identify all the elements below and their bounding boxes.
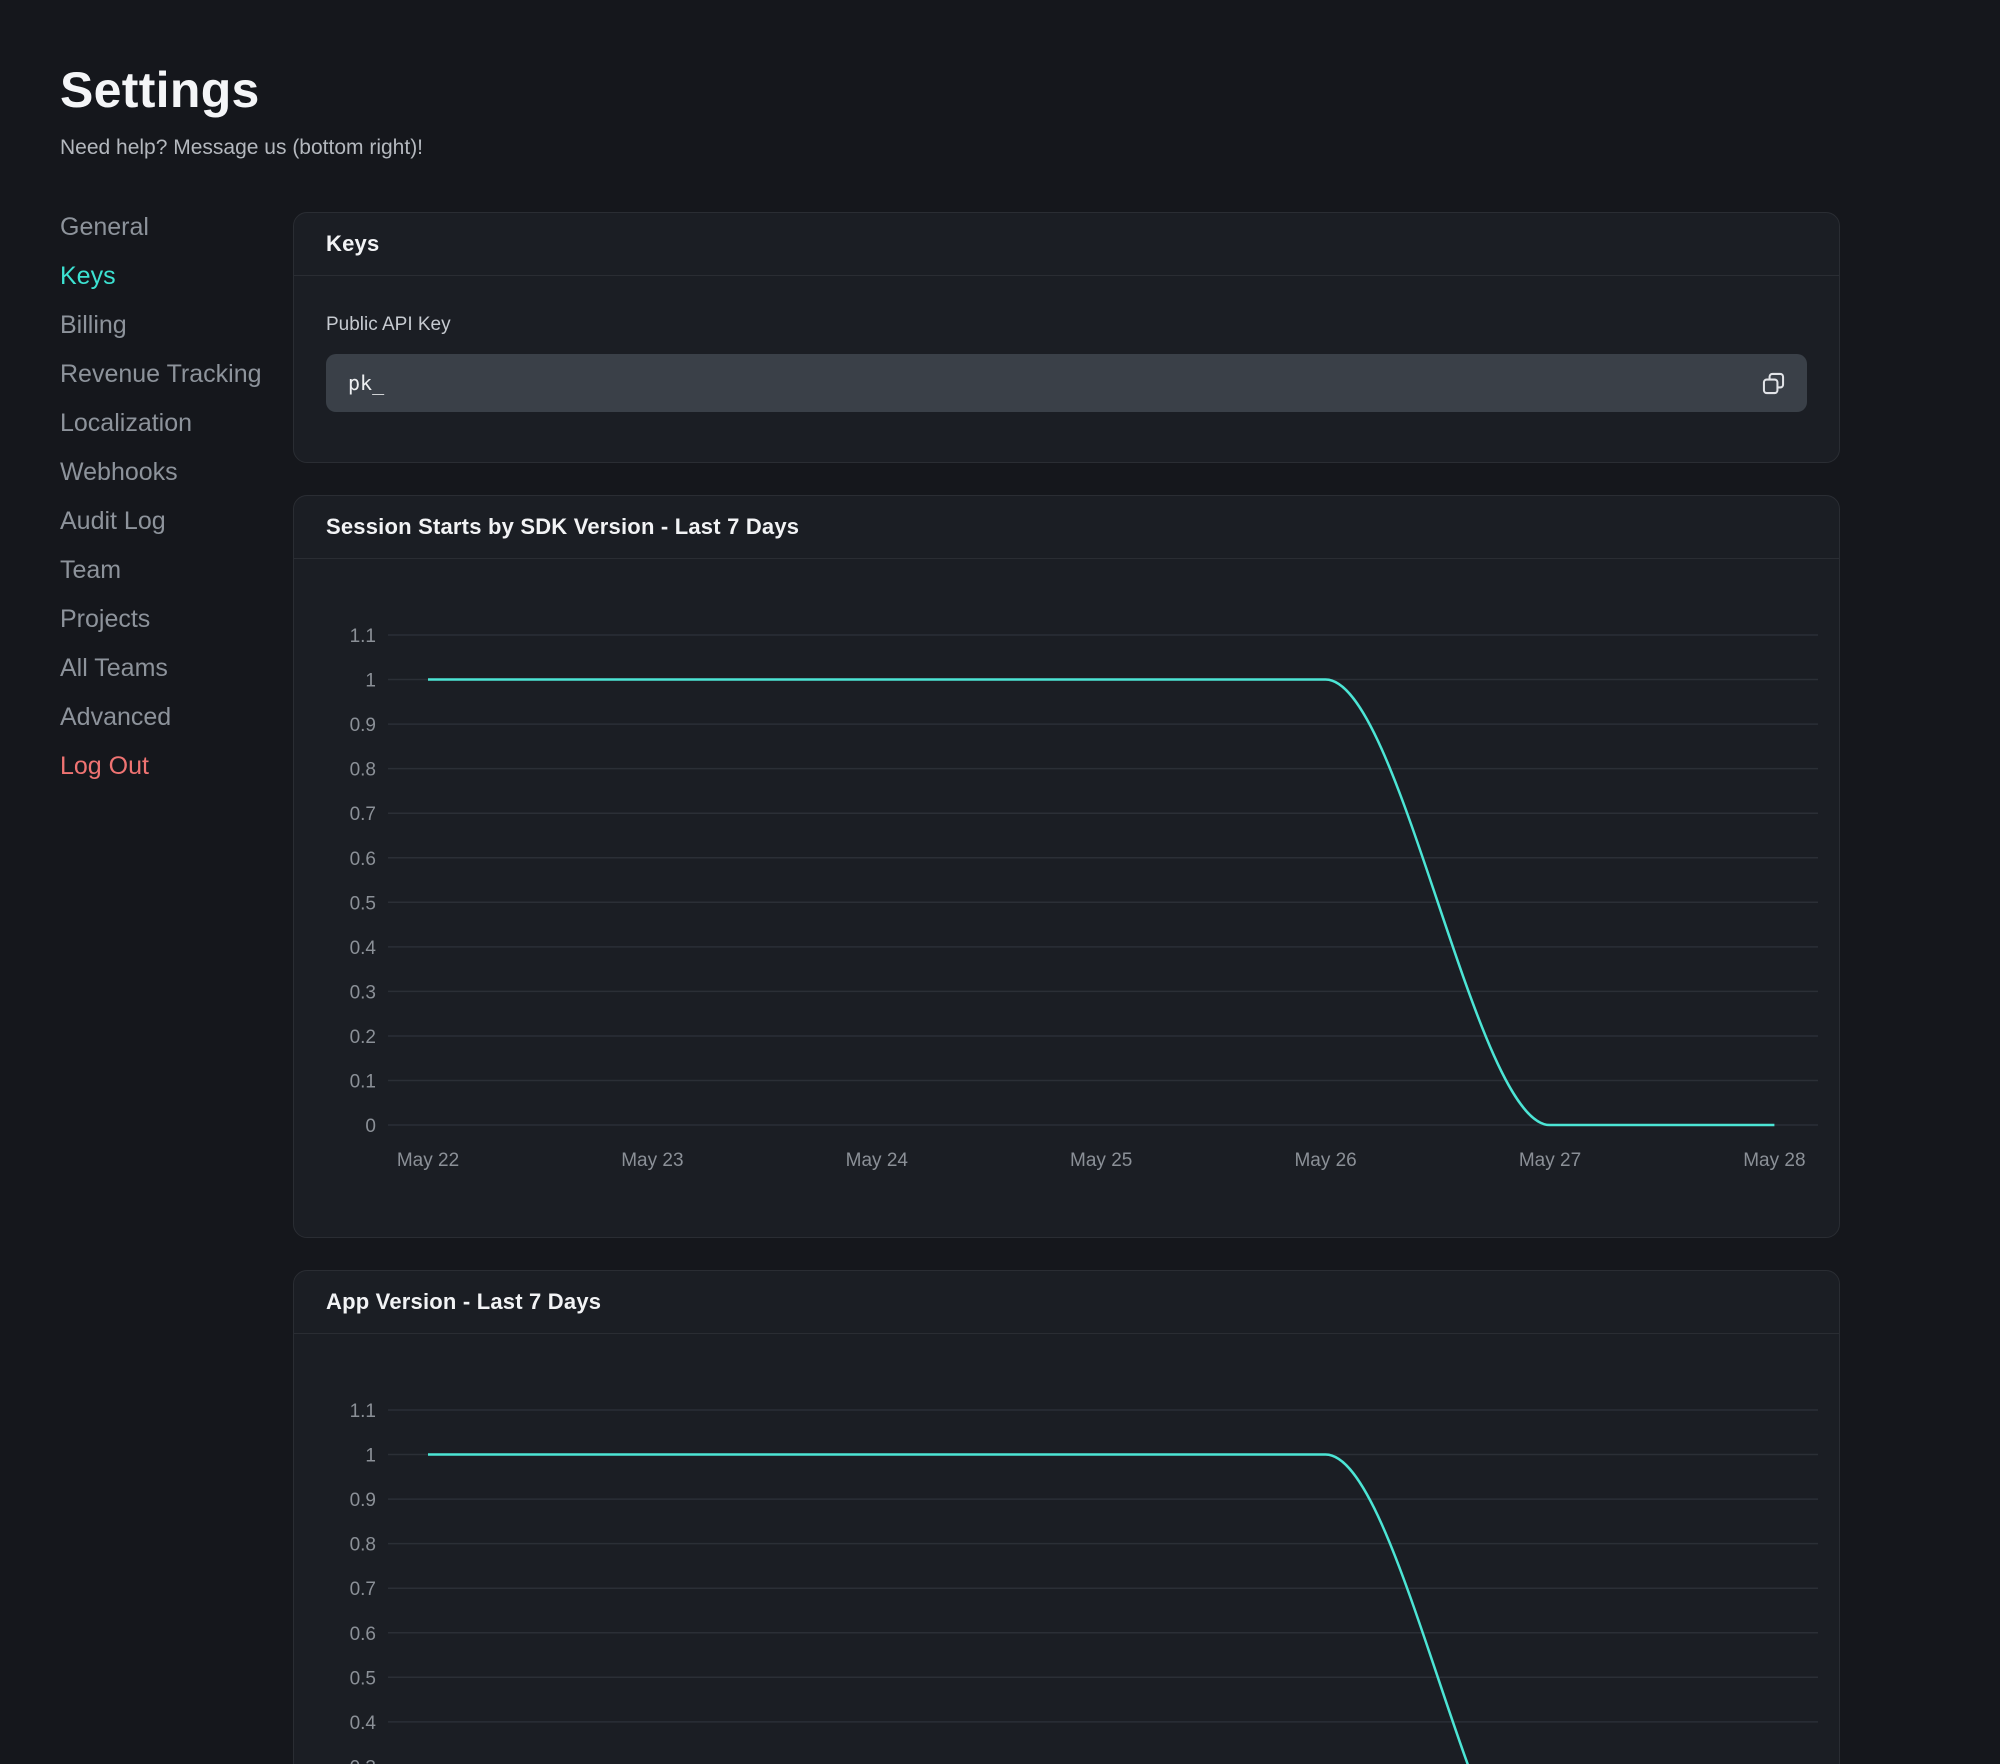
keys-card: Keys Public API Key pk_ — [293, 212, 1840, 463]
settings-page: Settings Need help? Message us (bottom r… — [0, 0, 2000, 1764]
svg-text:1: 1 — [365, 671, 376, 692]
public-api-key-field[interactable]: pk_ — [326, 354, 1807, 412]
svg-text:0.6: 0.6 — [350, 1624, 376, 1645]
sidebar-item-audit-log[interactable]: Audit Log — [60, 506, 293, 536]
page-subtitle: Need help? Message us (bottom right)! — [60, 136, 2000, 160]
main-layout: General Keys Billing Revenue Tracking Locali… — [0, 212, 2000, 1764]
content: Keys Public API Key pk_ — [293, 212, 1840, 1764]
svg-text:1.1: 1.1 — [350, 626, 376, 647]
svg-text:0.5: 0.5 — [350, 1668, 376, 1689]
page-header: Settings Need help? Message us (bottom r… — [0, 0, 2000, 160]
sidebar-item-webhooks[interactable]: Webhooks — [60, 457, 293, 487]
svg-text:0.7: 0.7 — [350, 1579, 376, 1600]
svg-text:1.1: 1.1 — [350, 1401, 376, 1422]
svg-text:1: 1 — [365, 1446, 376, 1467]
svg-text:0.8: 0.8 — [350, 760, 376, 781]
svg-text:0.3: 0.3 — [350, 982, 376, 1003]
app-version-chart: 1.110.90.80.70.60.50.40.30.20.10May 22Ma… — [294, 1334, 1839, 1764]
page-title: Settings — [60, 62, 2000, 118]
svg-text:0.5: 0.5 — [350, 893, 376, 914]
sidebar-item-projects[interactable]: Projects — [60, 604, 293, 634]
keys-card-header: Keys — [294, 213, 1839, 276]
app-version-chart-header: App Version - Last 7 Days — [294, 1271, 1839, 1334]
app-version-chart-title: App Version - Last 7 Days — [326, 1289, 601, 1315]
svg-text:0.9: 0.9 — [350, 715, 376, 736]
svg-text:May 27: May 27 — [1519, 1150, 1581, 1171]
sidebar-item-billing[interactable]: Billing — [60, 310, 293, 340]
svg-text:May 24: May 24 — [846, 1150, 909, 1171]
svg-text:0.4: 0.4 — [350, 1713, 377, 1734]
public-api-key-label: Public API Key — [326, 314, 1807, 336]
svg-text:0.8: 0.8 — [350, 1535, 376, 1556]
svg-text:0.4: 0.4 — [350, 938, 377, 959]
svg-text:0: 0 — [365, 1116, 376, 1137]
sidebar-item-advanced[interactable]: Advanced — [60, 702, 293, 732]
sidebar-item-revenue-tracking[interactable]: Revenue Tracking — [60, 359, 293, 389]
app-version-chart-card: App Version - Last 7 Days 1.1 1 0.9 0.8 0.7 0… — [293, 1270, 1840, 1764]
svg-text:0.2: 0.2 — [350, 1027, 376, 1048]
sidebar-item-localization[interactable]: Localization — [60, 408, 293, 438]
sdk-version-chart-header: Session Starts by SDK Version - Last 7 D… — [294, 496, 1839, 559]
svg-text:May 28: May 28 — [1743, 1150, 1805, 1171]
svg-text:0.9: 0.9 — [350, 1490, 376, 1511]
svg-text:0.3: 0.3 — [350, 1757, 376, 1764]
sdk-version-chart: 1.1 1 0.9 0.8 0.7 0.6 0.5 0.4 0.3 0.2 0.1 0 May 22 Ma… — [294, 559, 1839, 1237]
sdk-version-chart-card: Session Starts by SDK Version - Last 7 D… — [293, 495, 1840, 1238]
svg-text:May 26: May 26 — [1294, 1150, 1356, 1171]
svg-text:0.7: 0.7 — [350, 804, 376, 825]
sdk-version-chart-title: Session Starts by SDK Version - Last 7 D… — [326, 514, 799, 540]
keys-card-title: Keys — [326, 231, 379, 257]
svg-text:May 23: May 23 — [621, 1150, 683, 1171]
keys-card-body: Public API Key pk_ — [294, 276, 1839, 462]
sidebar-item-keys[interactable]: Keys — [60, 261, 293, 291]
svg-text:0.1: 0.1 — [350, 1072, 376, 1093]
copy-icon — [1760, 370, 1787, 397]
sidebar-item-all-teams[interactable]: All Teams — [60, 653, 293, 683]
svg-text:May 25: May 25 — [1070, 1150, 1132, 1171]
public-api-key-value: pk_ — [348, 371, 1754, 395]
copy-api-key-button[interactable] — [1754, 364, 1793, 403]
svg-text:May 22: May 22 — [397, 1150, 459, 1171]
sidebar-item-general[interactable]: General — [60, 212, 293, 242]
sidebar-item-team[interactable]: Team — [60, 555, 293, 585]
svg-text:0.6: 0.6 — [350, 849, 376, 870]
sidebar-item-log-out[interactable]: Log Out — [60, 751, 293, 781]
sidebar: General Keys Billing Revenue Tracking Locali… — [0, 212, 293, 800]
